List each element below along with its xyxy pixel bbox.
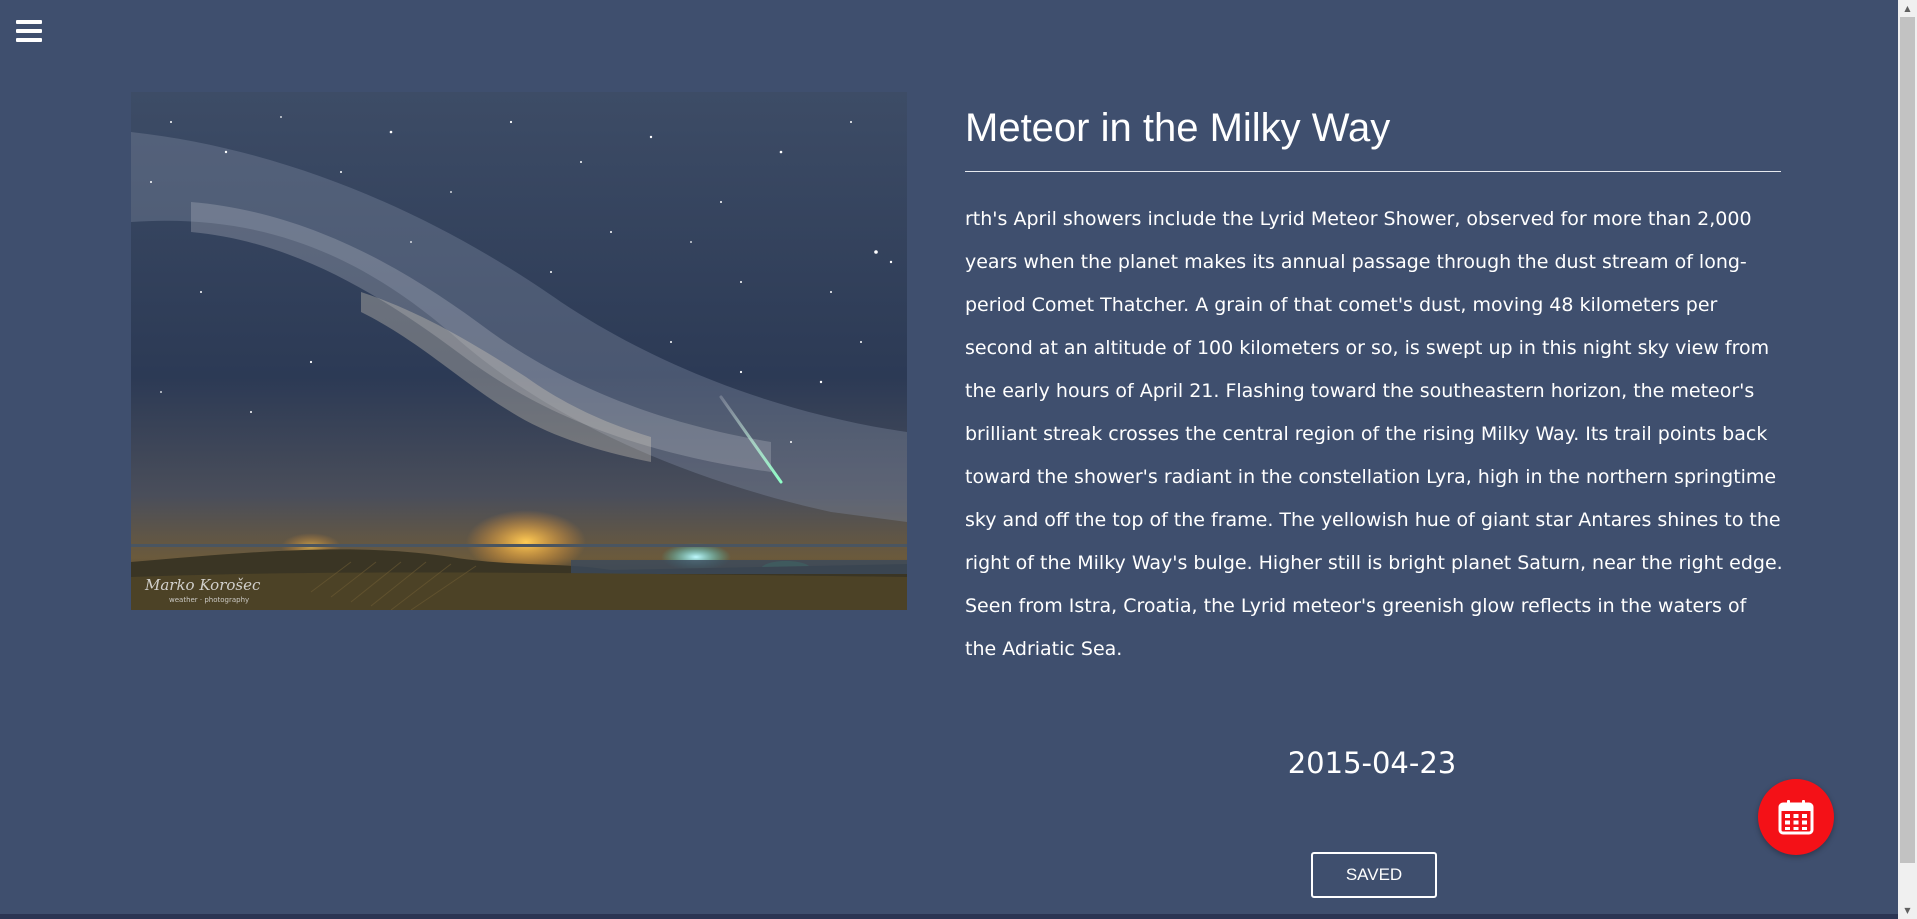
saved-button[interactable]: SAVED [1311, 852, 1437, 898]
apod-image: Marko Korošec weather · photography [131, 92, 907, 610]
hamburger-menu-icon [16, 20, 42, 42]
svg-text:weather · photography: weather · photography [169, 596, 249, 604]
apod-date: 2015-04-23 [1287, 746, 1457, 780]
svg-text:Marko Korošec: Marko Korošec [144, 576, 261, 594]
menu-button[interactable] [16, 20, 42, 42]
scroll-up-icon[interactable]: ▲ [1898, 0, 1917, 17]
apod-title: Meteor in the Milky Way [965, 106, 1391, 150]
title-divider [965, 171, 1781, 172]
apod-explanation: rth's April showers include the Lyrid Me… [965, 208, 1783, 660]
vertical-scrollbar[interactable]: ▲ ▼ [1898, 0, 1917, 919]
calendar-icon [1778, 800, 1814, 835]
bottom-strip [0, 914, 1898, 919]
calendar-button[interactable] [1758, 779, 1834, 855]
scroll-thumb[interactable] [1900, 17, 1915, 863]
scroll-down-icon[interactable]: ▼ [1898, 902, 1917, 919]
